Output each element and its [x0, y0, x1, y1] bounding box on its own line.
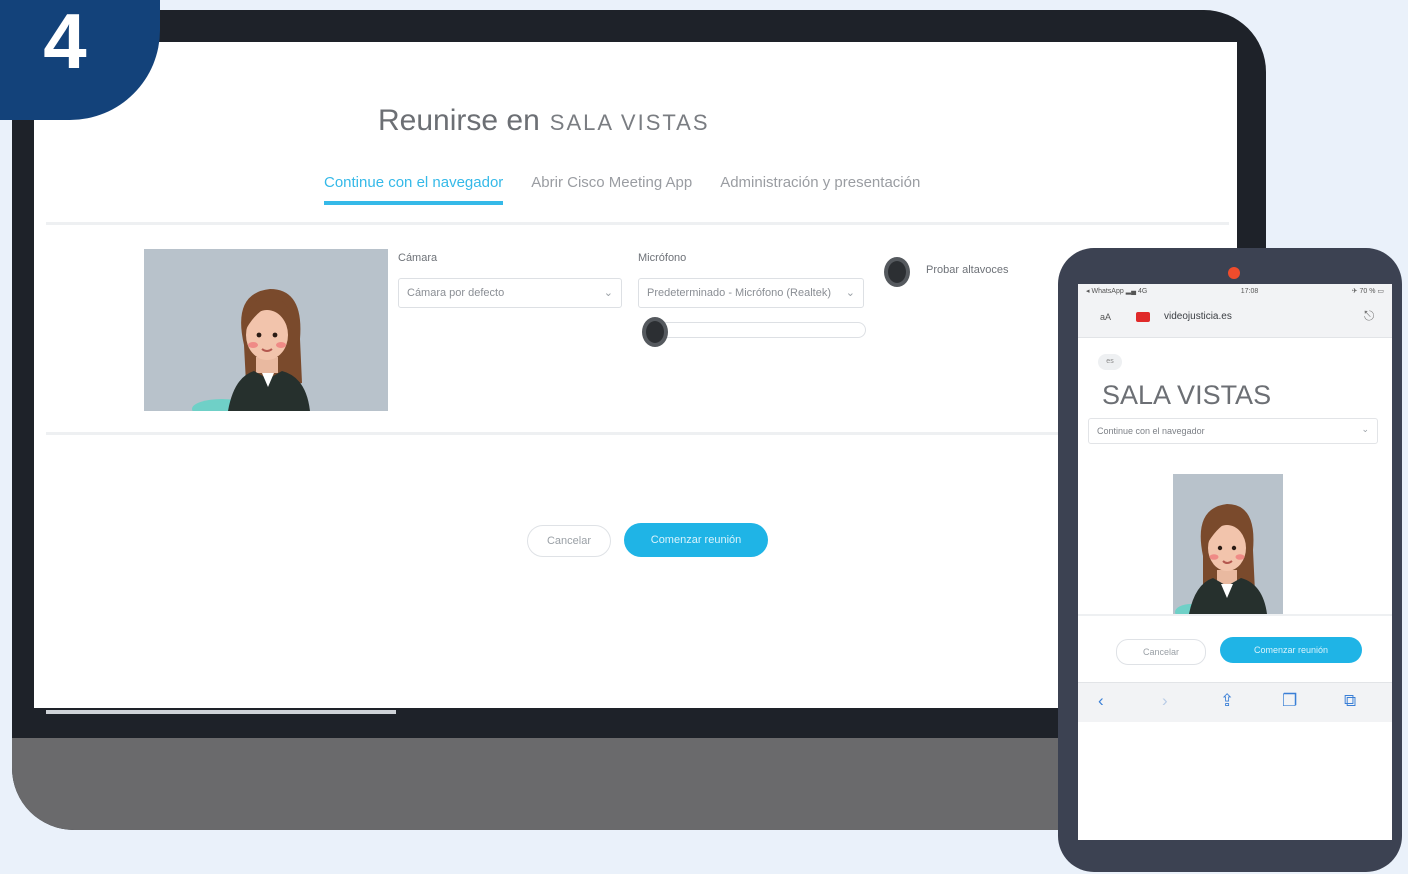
microphone-select-value: Predeterminado - Micrófono (Realtek) [647, 287, 832, 299]
tab-meeting-app[interactable]: Abrir Cisco Meeting App [531, 174, 692, 205]
camera-select-value: Cámara por defecto [407, 287, 505, 299]
microphone-select[interactable]: Predeterminado - Micrófono (Realtek) ⌄ [638, 278, 864, 308]
test-speakers-link[interactable]: Probar altavoces [926, 264, 1009, 276]
camera-select[interactable]: Cámara por defecto ⌄ [398, 278, 622, 308]
tabs-icon[interactable]: ⧉ [1344, 691, 1356, 711]
back-icon[interactable]: ‹ [1098, 691, 1104, 711]
mobile-camera-preview [1173, 474, 1283, 614]
taskbar-strip [46, 710, 396, 714]
divider [46, 222, 1229, 225]
status-carrier: ◂ WhatsApp ▂▄ 4G [1086, 288, 1148, 295]
bookmarks-icon[interactable]: ❐ [1282, 691, 1297, 711]
mic-icon [642, 317, 668, 347]
microphone-label: Micrófono [638, 252, 687, 264]
mobile-room-title: SALA VISTAS [1102, 380, 1272, 410]
browser-toolbar: ‹ › ⇪ ❐ ⧉ [1078, 682, 1392, 722]
tab-browser[interactable]: Continue con el navegador [324, 174, 504, 205]
forward-icon[interactable]: › [1162, 691, 1168, 711]
mobile-start-meeting-button[interactable]: Comenzar reunión [1220, 637, 1362, 663]
camera-icon [1136, 312, 1150, 322]
share-icon[interactable]: ⎋ [1364, 308, 1374, 324]
mobile-join-select[interactable]: Continue con el navegador ⌄ [1088, 418, 1378, 444]
divider [1078, 614, 1392, 616]
start-meeting-button[interactable]: Comenzar reunión [624, 523, 768, 557]
room-name: SALA VISTAS [549, 110, 710, 135]
join-options-tabs: Continue con el navegador Abrir Cisco Me… [324, 174, 920, 205]
avatar [1173, 474, 1283, 614]
address-bar[interactable]: aA videojusticia.es ⎋ [1078, 298, 1392, 338]
phone-frame: ◂ WhatsApp ▂▄ 4G 17:08 ✈ 70 % ▭ aA video… [1058, 248, 1402, 872]
camera-label: Cámara [398, 252, 438, 264]
desktop-screen: Reunirse en SALA VISTAS Continue con el n… [34, 42, 1237, 708]
select-chevron-icon: ⌄ [603, 287, 613, 299]
divider [46, 432, 1229, 435]
select-chevron-icon: ⌄ [1361, 424, 1369, 434]
phone-screen: ◂ WhatsApp ▂▄ 4G 17:08 ✈ 70 % ▭ aA video… [1078, 284, 1392, 840]
language-selector[interactable]: es [1098, 354, 1122, 370]
phone-camera-dot [1228, 267, 1240, 279]
meeting-title-prefix: Reunirse en [378, 104, 540, 137]
meeting-title: Reunirse en SALA VISTAS [378, 104, 978, 138]
avatar [144, 249, 388, 411]
tab-admin[interactable]: Administración y presentación [720, 174, 920, 205]
share-icon[interactable]: ⇪ [1220, 691, 1234, 711]
mic-level-meter [644, 322, 866, 338]
reader-toggle[interactable]: aA [1100, 312, 1111, 322]
status-bar: ◂ WhatsApp ▂▄ 4G 17:08 ✈ 70 % ▭ [1078, 284, 1392, 298]
camera-preview [144, 249, 388, 411]
mobile-join-select-value: Continue con el navegador [1097, 426, 1205, 436]
cancel-button[interactable]: Cancelar [527, 525, 611, 557]
status-battery: ✈ 70 % ▭ [1351, 288, 1384, 295]
select-chevron-icon: ⌄ [845, 287, 855, 299]
step-number: 4 [43, 0, 87, 85]
speaker-icon[interactable] [884, 257, 910, 287]
mobile-cancel-button[interactable]: Cancelar [1116, 639, 1206, 665]
status-time: 17:08 [1240, 287, 1259, 295]
url-text[interactable]: videojusticia.es [1164, 311, 1232, 322]
